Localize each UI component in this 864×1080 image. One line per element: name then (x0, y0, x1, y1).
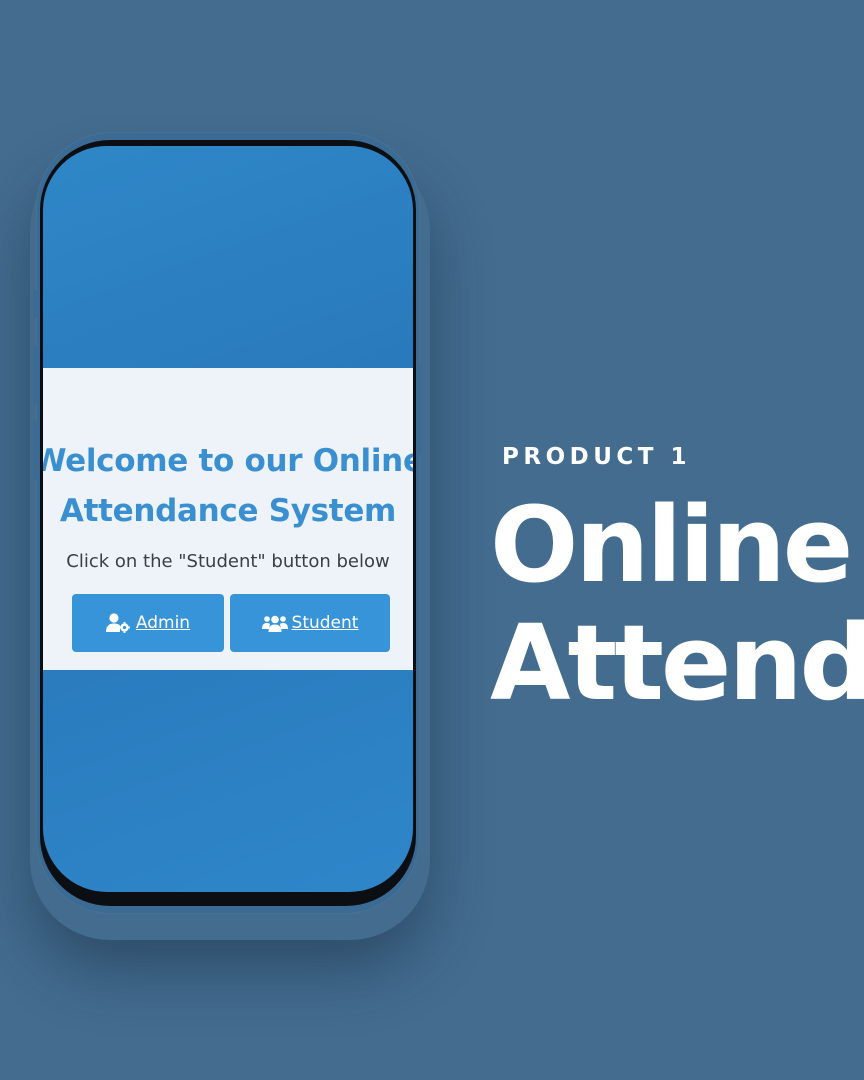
product-kicker: PRODUCT 1 (502, 444, 691, 470)
phone-side-button-power (418, 365, 422, 455)
welcome-heading: Welcome to our Online Attendance System (43, 443, 413, 529)
user-gear-icon (105, 613, 132, 633)
admin-button[interactable]: Admin (72, 594, 224, 652)
instruction-text: Click on the "Student" button below (66, 551, 390, 572)
admin-button-label: Admin (135, 613, 191, 633)
users-icon (261, 614, 288, 633)
phone-side-button-volume-up (33, 345, 37, 405)
phone-screen: Welcome to our Online Attendance System … (43, 146, 413, 892)
product-headline: Online Attenda (490, 484, 864, 724)
student-button-label: Student (291, 613, 359, 633)
welcome-card: Welcome to our Online Attendance System … (43, 368, 413, 670)
phone-side-button-mute (33, 290, 37, 318)
student-button[interactable]: Student (230, 594, 390, 652)
phone-side-button-volume-down (33, 420, 37, 480)
page-canvas: Welcome to our Online Attendance System … (0, 0, 864, 1080)
